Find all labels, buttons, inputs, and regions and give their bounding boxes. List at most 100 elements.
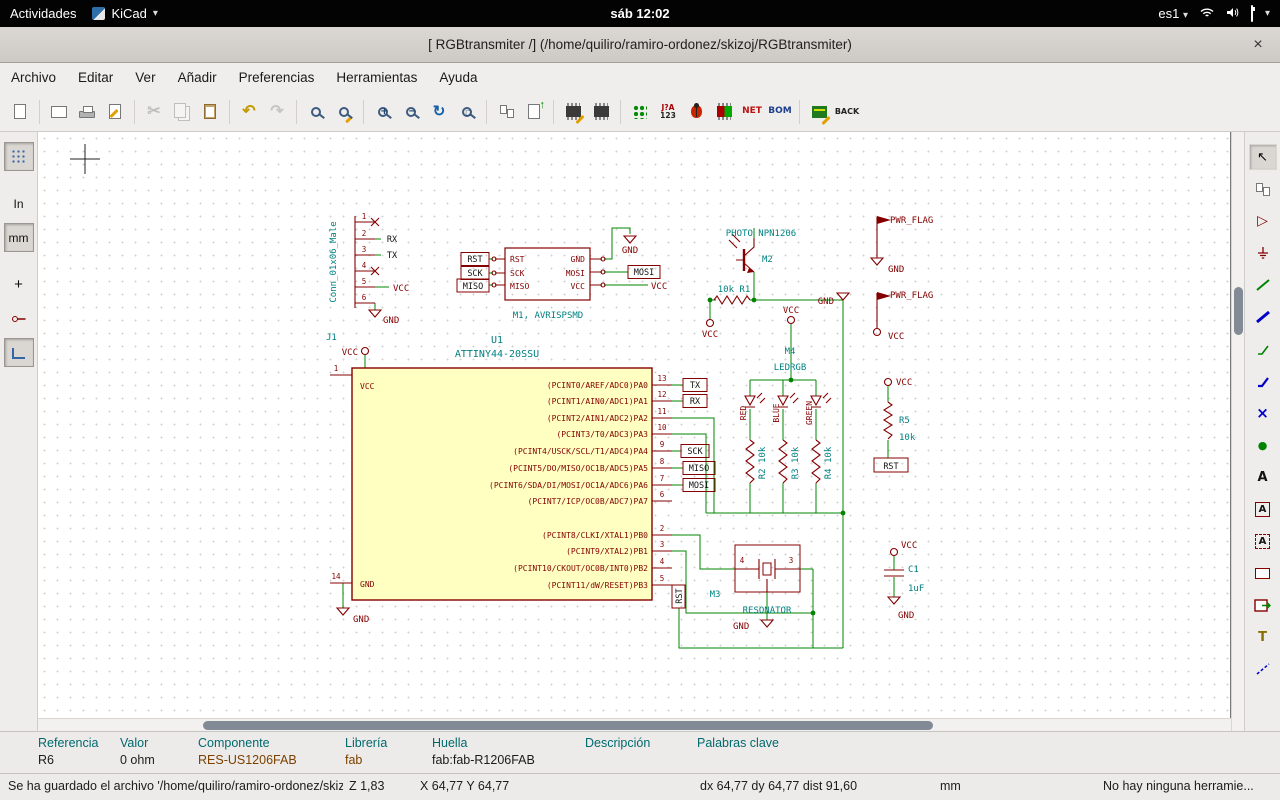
power-label: VCC — [393, 284, 409, 294]
no-connect-tool[interactable]: × — [1249, 400, 1277, 426]
r5-value: 10k — [899, 433, 916, 443]
place-graphic-line-tool[interactable] — [1249, 656, 1277, 682]
m2-value: PHOTO NPN1206 — [726, 229, 796, 239]
zoom-in-button[interactable]: + — [369, 98, 397, 126]
library-browser-button[interactable] — [587, 98, 615, 126]
menu-herramientas[interactable]: Herramientas — [325, 63, 428, 92]
m1-pin-name: MISO — [510, 282, 529, 291]
m4-value: LEDRGB — [774, 363, 807, 373]
library-editor-button[interactable] — [559, 98, 587, 126]
menu-editar[interactable]: Editar — [67, 63, 124, 92]
horizontal-scrollbar[interactable] — [38, 718, 1231, 731]
place-net-label-tool[interactable]: A — [1249, 464, 1277, 490]
place-wire-tool[interactable] — [1249, 272, 1277, 298]
backannotate-button[interactable]: BACK — [833, 98, 861, 126]
keyboard-layout-label: es1 — [1158, 6, 1179, 21]
battery-icon[interactable] — [1251, 6, 1253, 21]
m2-ref: M2 — [762, 255, 773, 265]
print-button[interactable] — [73, 98, 101, 126]
led-name: GREEN — [805, 401, 814, 425]
field-label: Palabras clave — [697, 736, 779, 750]
zoom-fit-button[interactable]: □ — [453, 98, 481, 126]
net-label-icon: A — [1257, 470, 1267, 485]
hier-label-icon: A — [1255, 534, 1271, 549]
place-component-tool[interactable]: ▷ — [1249, 208, 1277, 234]
chevron-down-icon[interactable]: ▾ — [1265, 8, 1270, 19]
place-bus-tool[interactable] — [1249, 304, 1277, 330]
close-button[interactable]: × — [1248, 35, 1268, 55]
footprint-editor-button[interactable] — [626, 98, 654, 126]
netlist-button[interactable]: NET — [738, 98, 766, 126]
hv-wires-toggle[interactable] — [4, 338, 34, 367]
activities-button[interactable]: Actividades — [10, 6, 76, 21]
status-bar: Se ha guardado el archivo '/home/quiliro… — [0, 773, 1280, 800]
place-global-label-tool[interactable]: A — [1249, 496, 1277, 522]
units-mm-toggle[interactable]: mm — [4, 223, 34, 252]
power-label: GND — [353, 615, 369, 625]
place-sheet-tool[interactable] — [1249, 560, 1277, 586]
cvpcb-button[interactable] — [710, 98, 738, 126]
new-schematic-button[interactable] — [6, 98, 34, 126]
zoom-out-icon: − — [406, 107, 416, 117]
place-junction-tool[interactable]: ● — [1249, 432, 1277, 458]
menu-preferencias[interactable]: Preferencias — [228, 63, 326, 92]
cursor-shape-toggle[interactable]: + — [4, 270, 34, 299]
field-label: Componente — [198, 736, 270, 750]
grid-toggle[interactable] — [4, 142, 34, 171]
printer-icon — [79, 111, 95, 118]
horizontal-scrollbar-thumb[interactable] — [203, 721, 933, 730]
window-title-bar[interactable]: [ RGBtransmiter /] (/home/quiliro/ramiro… — [0, 27, 1280, 63]
wire-to-bus-entry-tool[interactable] — [1249, 336, 1277, 362]
vertical-scrollbar[interactable] — [1231, 132, 1244, 731]
vertical-scrollbar-thumb[interactable] — [1234, 287, 1243, 335]
annotate-button[interactable]: J?A 123 — [654, 98, 682, 126]
menu-ver[interactable]: Ver — [124, 63, 166, 92]
hierarchy-explorer-tool[interactable] — [1249, 176, 1277, 202]
import-sheet-pin-tool[interactable] — [1249, 592, 1277, 618]
cursor-position: X 64,77 Y 64,77 — [420, 779, 509, 793]
menu-anadir[interactable]: Añadir — [167, 63, 228, 92]
menu-ayuda[interactable]: Ayuda — [428, 63, 488, 92]
field-value: R6 — [38, 753, 54, 767]
units-inches-toggle[interactable]: In — [4, 189, 34, 218]
j1-value: Conn_01x06_Male — [329, 221, 339, 302]
leave-sheet-button[interactable]: ↑ — [520, 98, 548, 126]
schematic-canvas[interactable]: Conn_01x06_Male J1 1 2 3 4 5 6 RX TX VCC… — [38, 132, 1231, 718]
cursor-tool[interactable]: ↖ — [1249, 144, 1277, 170]
page-settings-button[interactable] — [45, 98, 73, 126]
pin-number: 3 — [660, 540, 665, 549]
place-power-tool[interactable] — [1249, 240, 1277, 266]
keyboard-layout-indicator[interactable]: es1 ▾ — [1158, 6, 1188, 21]
bus-to-bus-entry-tool[interactable] — [1249, 368, 1277, 394]
plot-button[interactable] — [101, 98, 129, 126]
u1-value: ATTINY44-20SSU — [455, 349, 539, 360]
r1-label: 10k R1 — [718, 285, 751, 295]
redraw-button[interactable]: ↻ — [425, 98, 453, 126]
place-hierarchical-label-tool[interactable]: A — [1249, 528, 1277, 554]
hierarchy-navigator-button[interactable] — [492, 98, 520, 126]
undo-button[interactable]: ↶ — [235, 98, 263, 126]
hidden-pins-toggle[interactable] — [4, 304, 34, 333]
find-replace-button[interactable] — [330, 98, 358, 126]
place-text-tool[interactable]: T — [1249, 624, 1277, 650]
app-menu-button[interactable]: KiCad ▾ — [92, 6, 157, 21]
bom-button[interactable]: BOM — [766, 98, 794, 126]
paste-button[interactable] — [196, 98, 224, 126]
find-button[interactable] — [302, 98, 330, 126]
pcbnew-button[interactable] — [805, 98, 833, 126]
u1-ref: U1 — [491, 335, 503, 346]
wifi-icon[interactable] — [1200, 6, 1214, 21]
erc-button[interactable] — [682, 98, 710, 126]
field-label: Descripción — [585, 736, 650, 750]
net-label: MISO — [463, 282, 483, 292]
undo-icon: ↶ — [242, 104, 255, 120]
zoom-out-button[interactable]: − — [397, 98, 425, 126]
net-label: RX — [387, 235, 398, 245]
volume-icon[interactable] — [1226, 6, 1239, 21]
zoom-in-icon: + — [378, 107, 388, 117]
menu-archivo[interactable]: Archivo — [0, 63, 67, 92]
search-replace-icon — [339, 107, 349, 117]
net-label: MISO — [689, 464, 709, 474]
junction-icon: ● — [1258, 439, 1268, 452]
pin-number: 14 — [331, 572, 341, 581]
